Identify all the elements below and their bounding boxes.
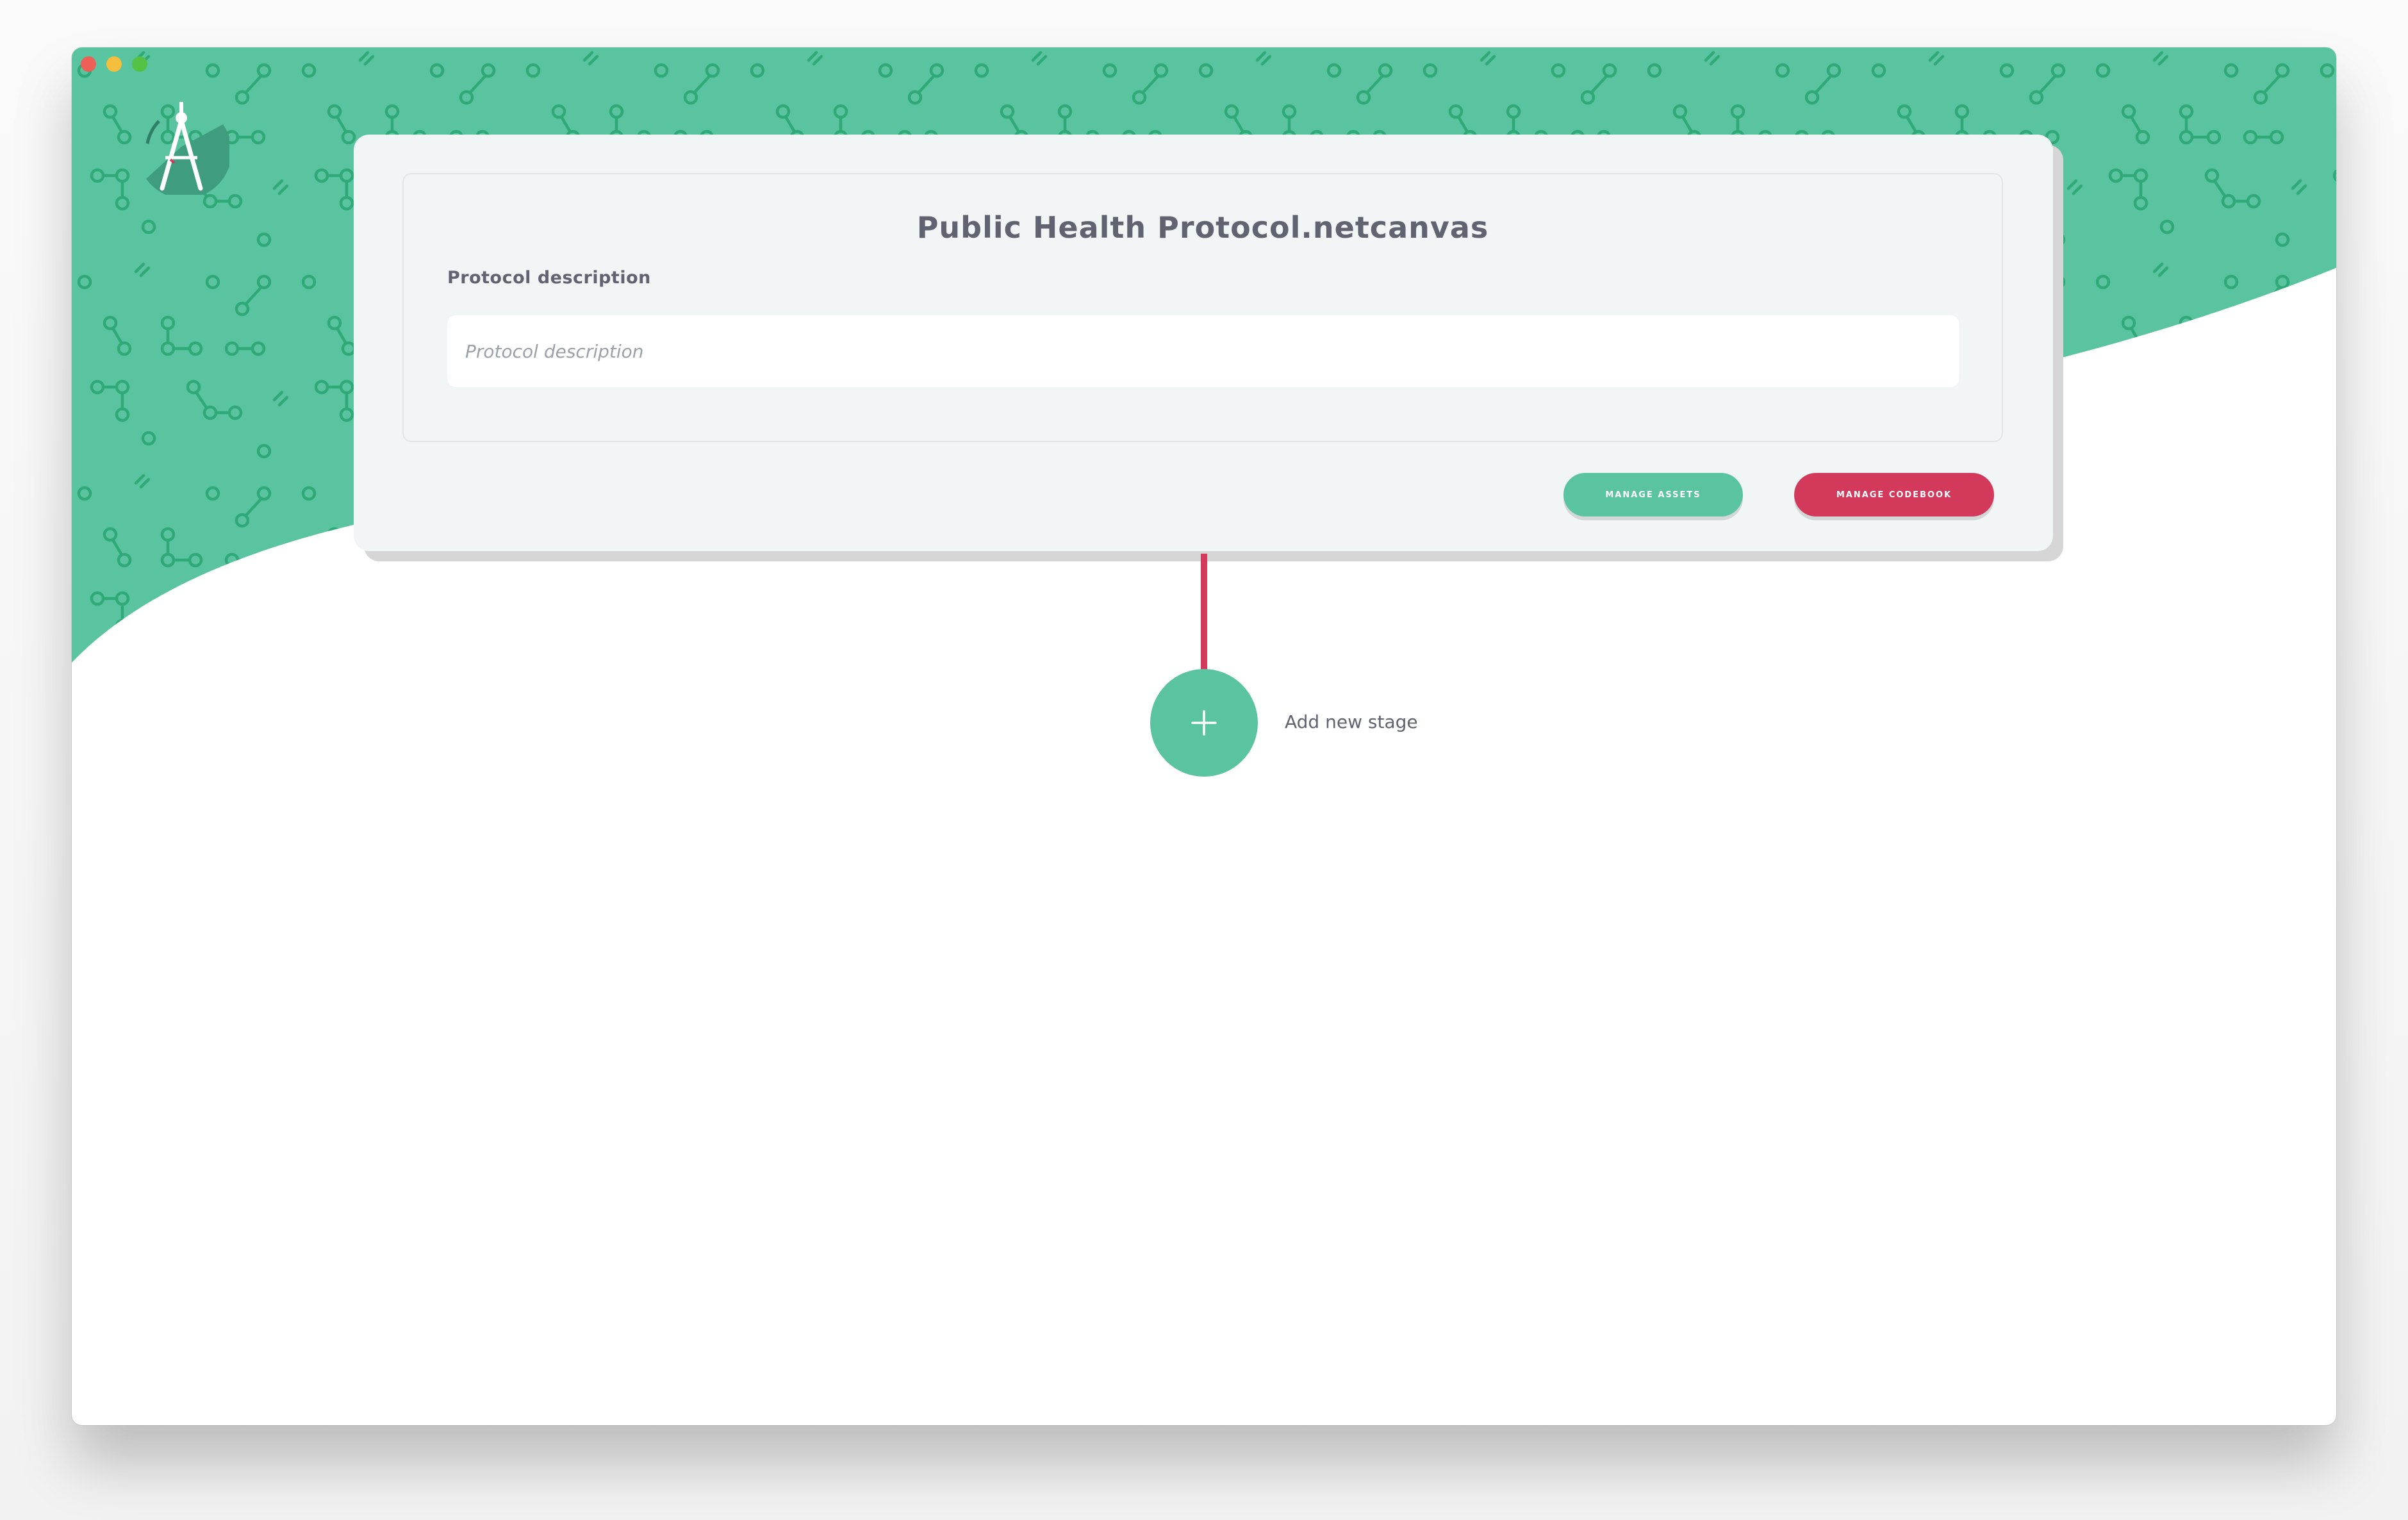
- window-controls: [81, 56, 147, 72]
- app-window: Public Health Protocol.netcanvas Protoco…: [72, 47, 2336, 1425]
- compass-icon[interactable]: [133, 99, 232, 199]
- manage-assets-button[interactable]: MANAGE ASSETS: [1563, 473, 1743, 516]
- protocol-title: Public Health Protocol.netcanvas: [916, 210, 1489, 245]
- protocol-card: Public Health Protocol.netcanvas Protoco…: [354, 135, 2053, 551]
- plus-icon: [1191, 710, 1217, 736]
- desktop-backdrop: Public Health Protocol.netcanvas Protoco…: [0, 0, 2408, 1520]
- protocol-description-input[interactable]: [447, 315, 1959, 387]
- manage-codebook-button[interactable]: MANAGE CODEBOOK: [1794, 473, 1994, 516]
- protocol-description-label: Protocol description: [447, 268, 651, 288]
- maximize-window-button[interactable]: [132, 56, 147, 72]
- protocol-info-panel: Public Health Protocol.netcanvas Protoco…: [402, 173, 2003, 442]
- close-window-button[interactable]: [81, 56, 96, 72]
- add-stage-label[interactable]: Add new stage: [1285, 711, 1418, 732]
- minimize-window-button[interactable]: [106, 56, 122, 72]
- add-stage-button[interactable]: [1150, 669, 1258, 777]
